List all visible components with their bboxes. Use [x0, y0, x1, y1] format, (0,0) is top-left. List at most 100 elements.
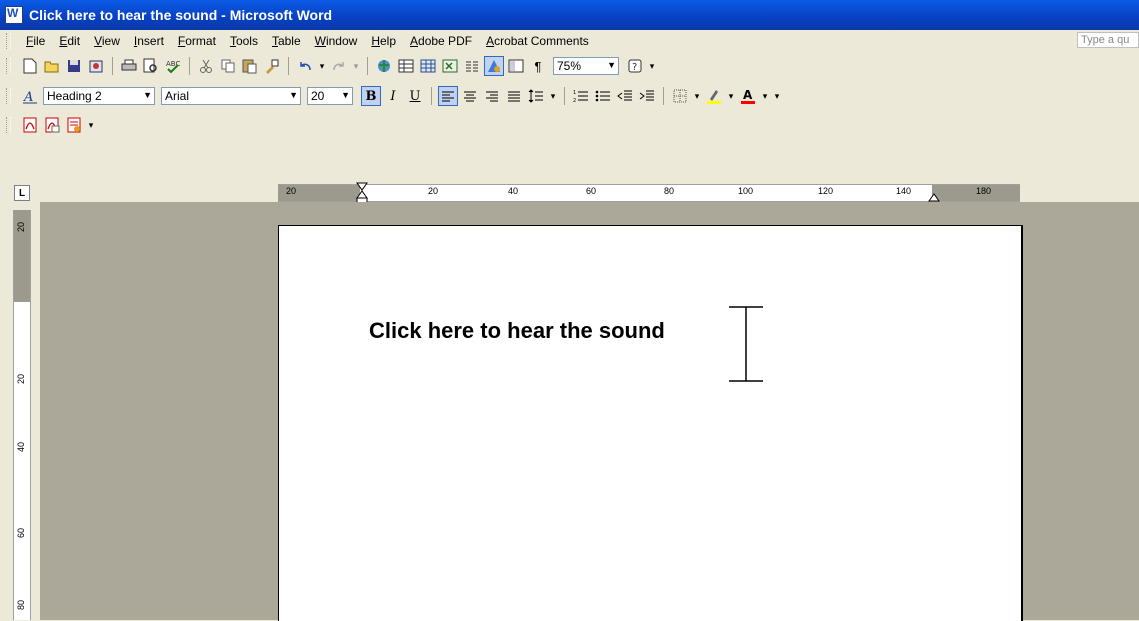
decrease-indent-icon[interactable] — [615, 86, 635, 106]
undo-icon[interactable] — [295, 56, 315, 76]
highlight-icon[interactable] — [704, 86, 724, 106]
increase-indent-icon[interactable] — [637, 86, 657, 106]
horizontal-ruler[interactable]: 20 20 40 60 80 100 120 140 180 — [278, 182, 1020, 204]
print-preview-icon[interactable] — [141, 56, 161, 76]
menu-table[interactable]: Table — [265, 34, 308, 48]
font-size-dropdown[interactable]: 20 ▼ — [307, 87, 353, 105]
globe-link-icon[interactable] — [374, 56, 394, 76]
word-app-icon[interactable] — [5, 6, 23, 24]
style-dropdown[interactable]: Heading 2 ▼ — [43, 87, 155, 105]
line-spacing-icon[interactable] — [526, 86, 546, 106]
italic-icon[interactable]: I — [383, 86, 403, 106]
numbering-icon[interactable]: 12 — [571, 86, 591, 106]
bullets-icon[interactable] — [593, 86, 613, 106]
pdf-email-icon[interactable] — [42, 115, 62, 135]
menu-format[interactable]: Format — [171, 34, 223, 48]
vertical-ruler[interactable]: 20 20 40 60 80 — [13, 210, 31, 620]
document-heading[interactable]: Click here to hear the sound — [369, 318, 665, 344]
style-value: Heading 2 — [47, 89, 102, 103]
toolbar-options-icon[interactable]: ▾ — [86, 115, 96, 135]
ruler-label: 100 — [738, 186, 754, 196]
pdf-toolbar: ▾ — [0, 111, 1139, 139]
menu-file[interactable]: File — [19, 34, 52, 48]
svg-text:2: 2 — [573, 98, 576, 103]
chevron-down-icon[interactable]: ▼ — [143, 90, 152, 100]
font-value: Arial — [165, 89, 190, 103]
brush-icon[interactable] — [262, 56, 282, 76]
highlight-dropdown-icon[interactable]: ▾ — [726, 86, 736, 106]
menu-help[interactable]: Help — [364, 34, 403, 48]
ruler-label: 80 — [16, 599, 27, 611]
document-map-icon[interactable] — [506, 56, 526, 76]
indent-marker-icon[interactable] — [356, 182, 368, 204]
document-page[interactable]: Click here to hear the sound — [278, 225, 1023, 621]
borders-dropdown-icon[interactable]: ▾ — [692, 86, 702, 106]
redo-dropdown-icon[interactable]: ▾ — [351, 56, 361, 76]
drawing-icon[interactable] — [484, 56, 504, 76]
ruler-label: 40 — [508, 186, 519, 196]
title-bar[interactable]: Click here to hear the sound - Microsoft… — [0, 0, 1139, 30]
font-dropdown[interactable]: Arial ▼ — [161, 87, 301, 105]
chevron-down-icon[interactable]: ▼ — [289, 90, 298, 100]
open-folder-icon[interactable] — [42, 56, 62, 76]
standard-toolbar: ABC ▾ ▾ ¶ 75% ▼ ? ▾ — [0, 52, 1139, 80]
tab-selector-icon[interactable]: L — [14, 185, 30, 201]
svg-text:A: A — [23, 90, 33, 104]
toolbar-grip[interactable] — [6, 88, 11, 104]
menu-view[interactable]: View — [87, 34, 127, 48]
ibeam-cursor-icon — [729, 306, 763, 382]
chevron-down-icon[interactable]: ▼ — [607, 60, 616, 70]
window-title: Click here to hear the sound - Microsoft… — [29, 7, 333, 23]
ruler-label: 20 — [16, 221, 27, 233]
borders-icon[interactable] — [670, 86, 690, 106]
new-document-icon[interactable] — [20, 56, 40, 76]
menu-tools[interactable]: Tools — [223, 34, 265, 48]
toolbar-separator — [663, 87, 664, 105]
menu-insert[interactable]: Insert — [127, 34, 171, 48]
formatting-toolbar: A Heading 2 ▼ Arial ▼ 20 ▼ B I U ▾ 12 ▾ … — [0, 82, 1139, 110]
menu-acrobat-comments[interactable]: Acrobat Comments — [479, 34, 596, 48]
save-disk-icon[interactable] — [64, 56, 84, 76]
paste-icon[interactable] — [240, 56, 260, 76]
svg-text:?: ? — [632, 62, 637, 73]
toolbar-grip[interactable] — [6, 117, 11, 133]
insert-table-icon[interactable] — [418, 56, 438, 76]
toolbar-separator — [112, 57, 113, 75]
columns-icon[interactable] — [462, 56, 482, 76]
font-color-icon[interactable]: A — [738, 86, 758, 106]
spelling-icon[interactable]: ABC — [163, 56, 183, 76]
menu-adobe-pdf[interactable]: Adobe PDF — [403, 34, 479, 48]
copy-icon[interactable] — [218, 56, 238, 76]
line-spacing-dropdown-icon[interactable]: ▾ — [548, 86, 558, 106]
redo-icon[interactable] — [329, 56, 349, 76]
table-icon[interactable] — [396, 56, 416, 76]
align-left-icon[interactable] — [438, 86, 458, 106]
zoom-dropdown[interactable]: 75% ▼ — [553, 57, 619, 75]
ask-question-box[interactable]: Type a qu — [1077, 32, 1139, 48]
svg-text:1: 1 — [573, 90, 576, 96]
align-right-icon[interactable] — [482, 86, 502, 106]
underline-icon[interactable]: U — [405, 86, 425, 106]
bold-icon[interactable]: B — [361, 86, 381, 106]
menu-edit[interactable]: Edit — [52, 34, 87, 48]
font-color-dropdown-icon[interactable]: ▾ — [760, 86, 770, 106]
toolbar-separator — [189, 57, 190, 75]
pilcrow-icon[interactable]: ¶ — [528, 56, 548, 76]
chevron-down-icon[interactable]: ▼ — [341, 90, 350, 100]
scissors-icon[interactable] — [196, 56, 216, 76]
permission-icon[interactable] — [86, 56, 106, 76]
menu-window[interactable]: Window — [308, 34, 365, 48]
help-icon[interactable]: ? — [625, 56, 645, 76]
toolbar-grip[interactable] — [6, 33, 11, 49]
convert-to-pdf-icon[interactable] — [20, 115, 40, 135]
toolbar-options-icon[interactable]: ▾ — [772, 86, 782, 106]
align-center-icon[interactable] — [460, 86, 480, 106]
styles-formatting-icon[interactable]: A — [20, 86, 40, 106]
printer-icon[interactable] — [119, 56, 139, 76]
pdf-review-icon[interactable] — [64, 115, 84, 135]
excel-icon[interactable] — [440, 56, 460, 76]
undo-dropdown-icon[interactable]: ▾ — [317, 56, 327, 76]
justify-icon[interactable] — [504, 86, 524, 106]
toolbar-grip[interactable] — [6, 58, 11, 74]
toolbar-options-icon[interactable]: ▾ — [647, 56, 657, 76]
